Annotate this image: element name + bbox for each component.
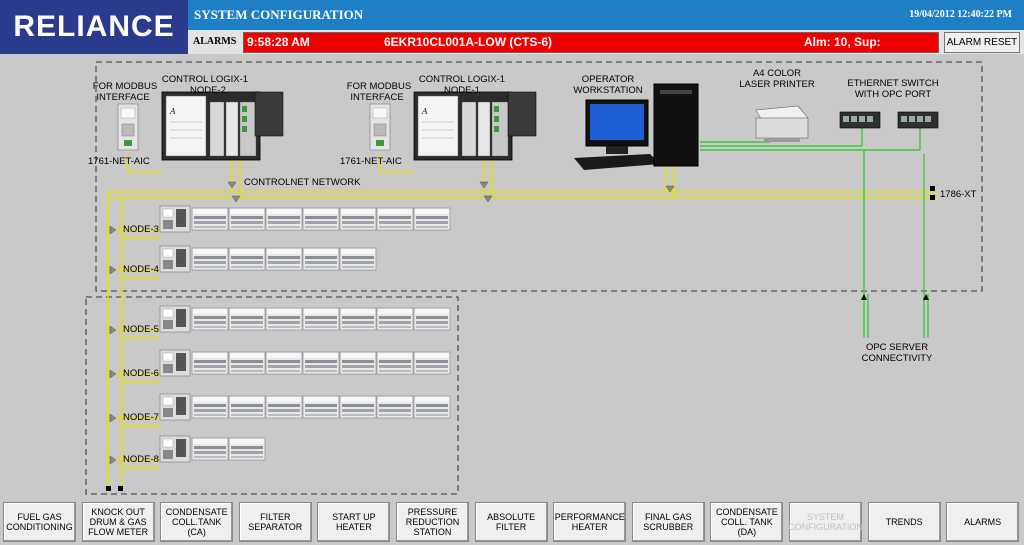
controlnet-label: CONTROLNET NETWORK (244, 177, 361, 188)
switch-label: ETHERNET SWITCH WITH OPC PORT (847, 78, 938, 100)
modbus-label-2: FOR MODBUS INTERFACE (347, 81, 411, 103)
nav-button-filter-separator[interactable]: FILTER SEPARATOR (238, 502, 312, 542)
nav-button-alarms[interactable]: ALARMS (946, 502, 1020, 542)
xt-label: 1786-XT (940, 189, 977, 200)
net-aic-label-2: 1761-NET-AIC (340, 156, 402, 167)
nav-button-condensate-coll-tank-da[interactable]: CONDENSATE COLL. TANK (DA) (710, 502, 784, 542)
alarm-time: 9:58:28 AM (247, 35, 310, 49)
datetime: 19/04/2012 12:40:22 PM (909, 9, 1012, 20)
opc-label: OPC SERVER CONNECTIVITY (862, 342, 933, 364)
alarm-tag: 6EKR10CL001A-LOW (CTS-6) (384, 35, 553, 49)
ethernet-switch-2[interactable] (897, 111, 939, 129)
alarm-counts: Alm: 10, Sup: (804, 35, 881, 49)
terminator (118, 486, 123, 491)
nav-button-performance-heater[interactable]: PERFORMANCE HEATER (553, 502, 627, 542)
node-3-label: NODE-3 (123, 224, 159, 235)
nav-button-knock-out-drum-gas-flow-meter[interactable]: KNOCK OUT DRUM & GAS FLOW METER (81, 502, 155, 542)
nav-button-final-gas-scrubber[interactable]: FINAL GAS SCRUBBER (631, 502, 705, 542)
net-aic-device-2[interactable] (369, 103, 391, 151)
io-node-7[interactable] (159, 393, 451, 421)
controllogix-node-1[interactable] (413, 91, 513, 161)
io-node-4[interactable] (159, 245, 377, 273)
node-5-label: NODE-5 (123, 324, 159, 335)
controllogix-node-2[interactable] (161, 91, 261, 161)
node-6-label: NODE-6 (123, 368, 159, 379)
nav-button-pressure-reduction-station[interactable]: PRESSURE REDUCTION STATION (396, 502, 469, 542)
io-node-5[interactable] (159, 305, 451, 333)
ethernet-switch-1[interactable] (839, 111, 881, 129)
nav-button-absolute-filter[interactable]: ABSOLUTE FILTER (474, 502, 548, 542)
terminator (930, 186, 935, 191)
printer-label: A4 COLOR LASER PRINTER (739, 68, 815, 90)
alarms-label: ALARMS (193, 36, 237, 47)
terminator (106, 486, 111, 491)
alarm-reset-button[interactable]: ALARM RESET (944, 32, 1020, 53)
modbus-label-1: FOR MODBUS INTERFACE (93, 81, 157, 103)
node-4-label: NODE-4 (123, 264, 159, 275)
nav-button-fuel-gas-conditioning[interactable]: FUEL GAS CONDITIONING (3, 502, 76, 542)
nav-button-condensate-coll-tank-ca[interactable]: CONDENSATE COLL.TANK (CA) (160, 502, 234, 542)
node-7-label: NODE-7 (123, 412, 159, 423)
page-title: SYSTEM CONFIGURATION (194, 7, 364, 22)
system-diagram: A FOR MODBUS INTERFACE CONTROL LOGIX-1 N… (85, 61, 983, 495)
nav-button-trends[interactable]: TRENDS (867, 502, 941, 542)
net-aic-label-1: 1761-NET-AIC (88, 156, 150, 167)
alarm-banner[interactable]: 9:58:28 AM 6EKR10CL001A-LOW (CTS-6) Alm:… (243, 32, 939, 53)
title-bar: SYSTEM CONFIGURATION 19/04/2012 12:40:22… (188, 0, 1024, 30)
alarm-row: ALARMS 9:58:28 AM 6EKR10CL001A-LOW (CTS-… (188, 30, 1024, 54)
nav-button-start-up-heater[interactable]: START UP HEATER (317, 502, 391, 542)
net-aic-device-1[interactable] (117, 103, 139, 151)
laser-printer[interactable] (755, 105, 809, 142)
header: RELIANCE SYSTEM CONFIGURATION 19/04/2012… (0, 0, 1024, 54)
io-node-8[interactable] (159, 435, 266, 463)
workstation-label: OPERATOR WORKSTATION (573, 74, 642, 96)
io-node-3[interactable] (159, 205, 451, 233)
ethernet-cables (700, 128, 929, 338)
reliance-logo: RELIANCE (0, 0, 188, 54)
nav-button-system-configuration[interactable]: SYSTEM CONFIGURATION (788, 502, 863, 542)
operator-workstation[interactable] (574, 83, 699, 170)
terminator (930, 195, 935, 200)
io-node-6[interactable] (159, 349, 451, 377)
navigation-bar: FUEL GAS CONDITIONING KNOCK OUT DRUM & GA… (0, 502, 1024, 545)
node-8-label: NODE-8 (123, 454, 159, 465)
